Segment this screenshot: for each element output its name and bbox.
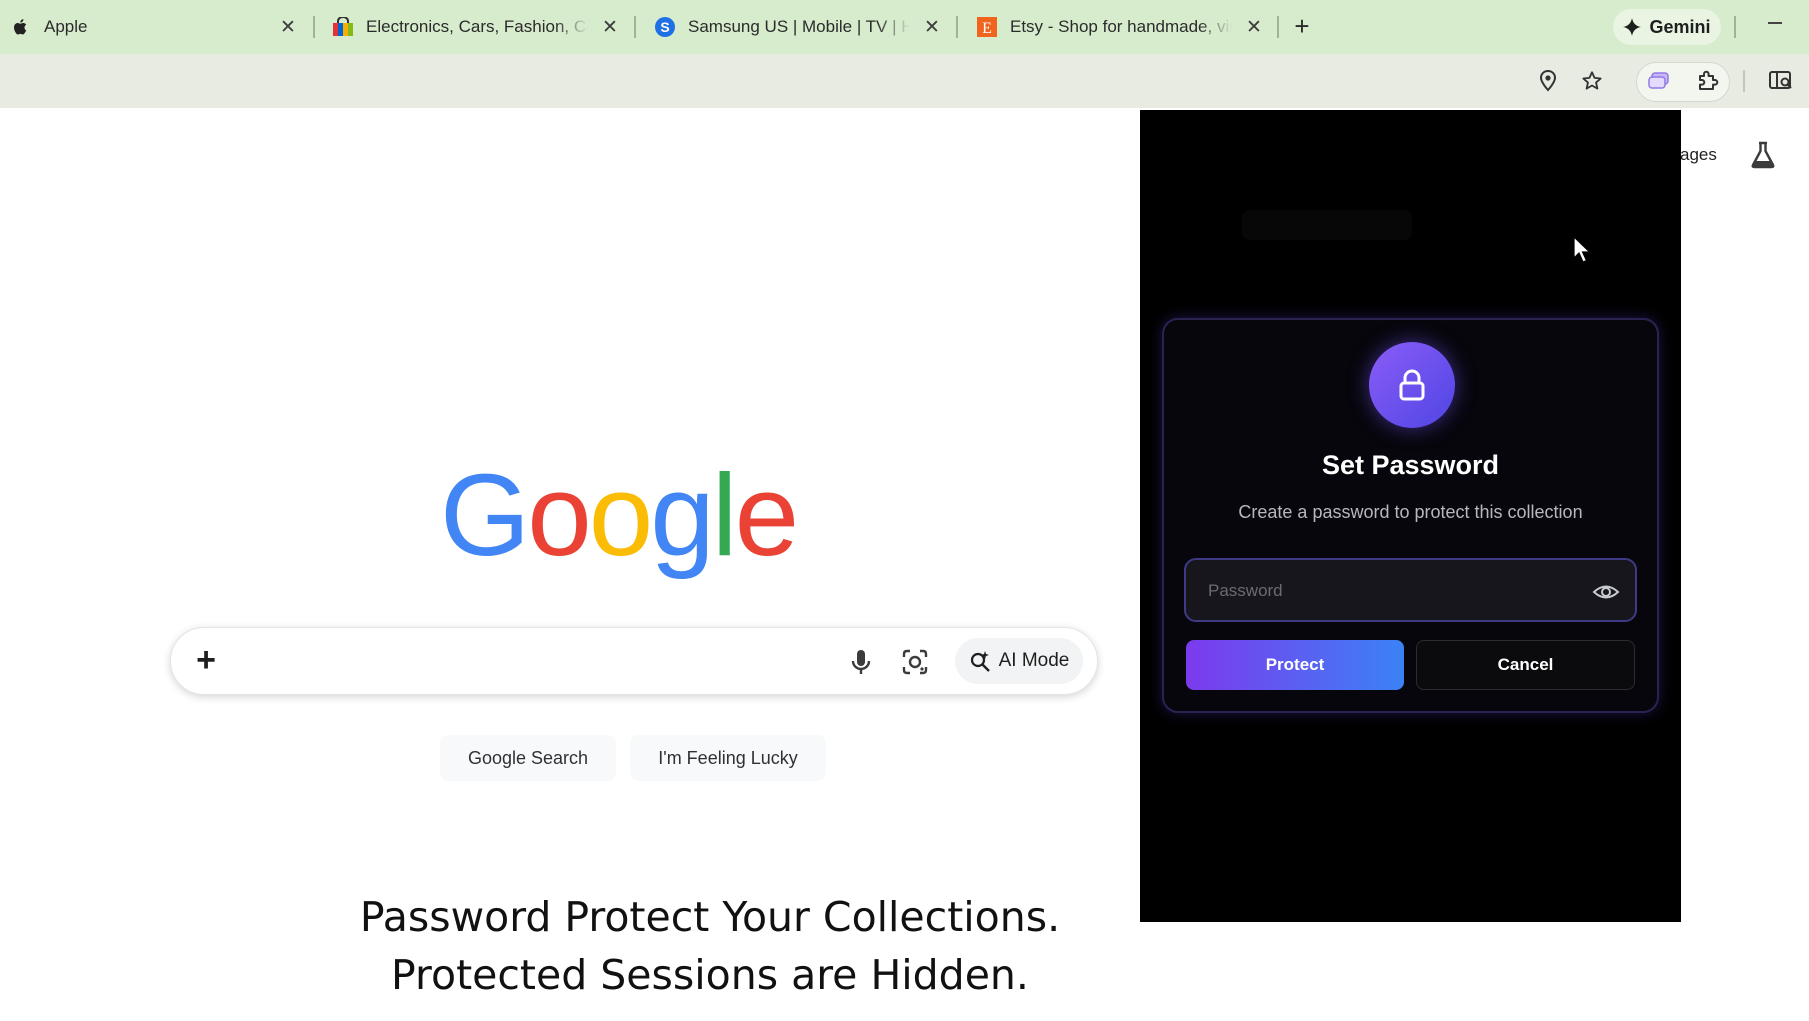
svg-text:E: E xyxy=(982,20,992,37)
tab-title: Etsy - Shop for handmade, vintage, custo… xyxy=(1010,17,1232,36)
location-pin-icon[interactable] xyxy=(1533,66,1563,96)
google-logo: Google xyxy=(440,450,820,593)
set-password-dialog: Set Password Create a password to protec… xyxy=(1162,318,1659,713)
caption-line-2: Protected Sessions are Hidden. xyxy=(391,951,1029,999)
cancel-button[interactable]: Cancel xyxy=(1416,640,1635,690)
gemini-sparkle-icon xyxy=(1623,18,1642,36)
close-tab-icon[interactable]: ✕ xyxy=(598,15,622,39)
close-tab-icon[interactable]: ✕ xyxy=(276,15,300,39)
samsung-s-icon: S xyxy=(654,16,676,38)
ai-sparkle-search-icon xyxy=(970,651,990,672)
browser-toolbar xyxy=(0,54,1809,108)
tab-ebay[interactable]: Electronics, Cars, Fashion, Collectibles… xyxy=(322,6,632,48)
svg-text:S: S xyxy=(660,19,669,35)
collections-extension-icon[interactable] xyxy=(1644,66,1674,96)
lock-icon xyxy=(1369,342,1455,428)
ai-mode-button[interactable]: AI Mode xyxy=(955,638,1083,684)
side-panel-search-icon[interactable] xyxy=(1766,66,1796,96)
new-tab-button[interactable]: + xyxy=(1287,12,1317,42)
feeling-lucky-button[interactable]: I'm Feeling Lucky xyxy=(630,735,826,781)
tab-divider xyxy=(1277,16,1279,38)
etsy-e-icon: E xyxy=(976,16,998,38)
images-link[interactable]: ages xyxy=(1680,145,1717,165)
tab-divider xyxy=(634,16,636,38)
apple-logo-icon xyxy=(10,16,32,38)
bookmark-star-icon[interactable] xyxy=(1577,66,1607,96)
window-divider xyxy=(1734,16,1736,38)
caption-line-1: Password Protect Your Collections. xyxy=(359,893,1061,941)
tab-strip: Apple ✕ Electronics, Cars, Fashion, Coll… xyxy=(0,0,1809,54)
google-search-button[interactable]: Google Search xyxy=(440,735,616,781)
popup-header-placeholder xyxy=(1242,210,1412,240)
protect-button[interactable]: Protect xyxy=(1186,640,1404,690)
promo-caption: Password Protect Your Collections. Prote… xyxy=(250,888,1170,1004)
puzzle-extensions-icon[interactable] xyxy=(1693,66,1723,96)
mouse-cursor-icon xyxy=(1573,235,1591,264)
google-lens-camera-icon[interactable] xyxy=(897,644,933,680)
gemini-button[interactable]: Gemini xyxy=(1613,9,1721,45)
show-password-eye-icon[interactable] xyxy=(1592,578,1620,606)
svg-text:Google: Google xyxy=(440,453,796,580)
tab-title: Electronics, Cars, Fashion, Collectibles… xyxy=(366,17,588,36)
tab-title: Apple xyxy=(44,17,88,36)
tab-title: Samsung US | Mobile | TV | Home Electron… xyxy=(688,17,910,36)
tab-divider xyxy=(313,16,315,38)
toolbar-divider xyxy=(1743,70,1745,92)
tab-divider xyxy=(956,16,958,38)
minimize-window-icon[interactable] xyxy=(1768,22,1782,24)
dialog-subtitle: Create a password to protect this collec… xyxy=(1238,502,1583,522)
search-box: + AI Mode xyxy=(170,627,1098,695)
add-attachment-button[interactable]: + xyxy=(189,643,223,679)
ebay-bag-icon xyxy=(332,16,354,38)
tab-etsy[interactable]: E Etsy - Shop for handmade, vintage, cus… xyxy=(966,6,1276,48)
microphone-icon[interactable] xyxy=(843,644,879,680)
password-input[interactable] xyxy=(1208,576,1568,606)
extension-popup: Set Password Create a password to protec… xyxy=(1140,110,1681,922)
labs-flask-icon[interactable] xyxy=(1748,140,1778,170)
ai-mode-label: AI Mode xyxy=(998,650,1070,671)
tab-apple[interactable]: Apple ✕ xyxy=(0,6,310,48)
close-tab-icon[interactable]: ✕ xyxy=(920,15,944,39)
gemini-label: Gemini xyxy=(1649,16,1711,37)
password-field xyxy=(1184,558,1637,622)
close-tab-icon[interactable]: ✕ xyxy=(1242,15,1266,39)
dialog-title: Set Password xyxy=(1321,450,1500,480)
tab-samsung[interactable]: S Samsung US | Mobile | TV | Home Electr… xyxy=(644,6,954,48)
